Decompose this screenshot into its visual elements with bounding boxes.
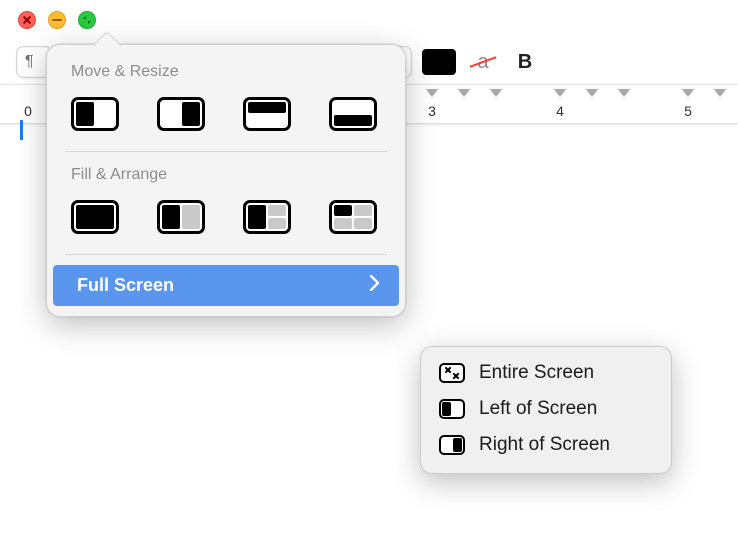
submenu-label: Right of Screen (479, 434, 610, 456)
ruler-tab-marker[interactable] (682, 89, 694, 97)
ruler-tick-label: 0 (24, 103, 32, 119)
right-of-screen-icon (439, 435, 465, 455)
ruler-tab-marker[interactable] (426, 89, 438, 97)
arrange-quarters-button[interactable] (329, 200, 377, 234)
submenu-left-of-screen[interactable]: Left of Screen (427, 391, 665, 427)
entire-screen-icon (439, 363, 465, 383)
window-tiling-popover: Move & Resize Fill & Arrange (46, 44, 406, 317)
submenu-label: Left of Screen (479, 398, 597, 420)
minimize-button[interactable] (48, 11, 66, 29)
fill-arrange-row (47, 194, 405, 250)
arrange-left-stack-button[interactable] (243, 200, 291, 234)
tile-left-half-button[interactable] (71, 97, 119, 131)
chevron-right-icon (369, 275, 379, 296)
left-of-screen-icon (439, 399, 465, 419)
full-screen-menu-item[interactable]: Full Screen (53, 265, 399, 306)
ruler-tab-marker[interactable] (458, 89, 470, 97)
submenu-right-of-screen[interactable]: Right of Screen (427, 427, 665, 463)
strikethrough-button[interactable]: a (466, 47, 500, 77)
text-cursor (20, 120, 23, 140)
section-fill-arrange-label: Fill & Arrange (47, 162, 405, 194)
text-color-swatch[interactable] (422, 49, 456, 75)
arrange-left-right-button[interactable] (157, 200, 205, 234)
ruler-tab-marker[interactable] (714, 89, 726, 97)
tile-bottom-half-button[interactable] (329, 97, 377, 131)
move-resize-row (47, 91, 405, 147)
zoom-button[interactable] (78, 11, 96, 29)
submenu-label: Entire Screen (479, 362, 594, 384)
ruler-tab-marker[interactable] (490, 89, 502, 97)
bold-button[interactable]: B (510, 51, 540, 74)
ruler-tab-marker[interactable] (554, 89, 566, 97)
pilcrow-icon: ¶ (25, 53, 34, 71)
full-screen-submenu: Entire Screen Left of Screen Right of Sc… (420, 346, 672, 474)
section-move-resize-label: Move & Resize (47, 59, 405, 91)
tile-top-half-button[interactable] (243, 97, 291, 131)
tile-right-half-button[interactable] (157, 97, 205, 131)
ruler-tab-marker[interactable] (618, 89, 630, 97)
ruler-tick-label: 4 (556, 103, 564, 119)
full-screen-label: Full Screen (77, 275, 174, 296)
submenu-entire-screen[interactable]: Entire Screen (427, 355, 665, 391)
ruler-tick-label: 3 (428, 103, 436, 119)
ruler-tab-marker[interactable] (586, 89, 598, 97)
close-button[interactable] (18, 11, 36, 29)
fill-screen-button[interactable] (71, 200, 119, 234)
ruler-tick-label: 5 (684, 103, 692, 119)
